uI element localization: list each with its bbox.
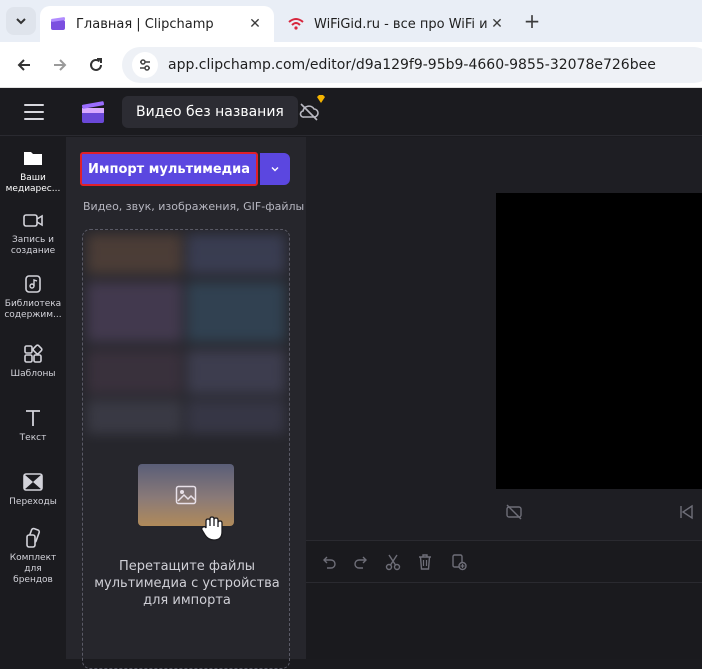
import-media-button[interactable]: Импорт мультимедиа [80, 152, 258, 186]
url-text: app.clipchamp.com/editor/d9a129f9-95b9-4… [168, 57, 656, 73]
nav-item-your-media[interactable]: Ваши медиарес... [0, 147, 66, 195]
nav-item-label: Ваши медиарес... [5, 173, 61, 194]
transitions-icon [23, 473, 43, 491]
timeline [306, 540, 702, 659]
tab-wifigid[interactable]: WiFiGid.ru - все про WiFi и бес ✕ [278, 6, 516, 42]
video-camera-icon [23, 214, 43, 227]
chevron-down-icon [271, 167, 279, 172]
nav-item-templates[interactable]: Шаблоны [0, 343, 66, 380]
address-bar[interactable]: app.clipchamp.com/editor/d9a129f9-95b9-4… [122, 47, 702, 83]
close-tab-icon[interactable]: ✕ [246, 15, 264, 33]
tab-title: Главная | Clipchamp [76, 16, 214, 32]
reload-button[interactable] [82, 51, 110, 79]
nav-item-content-library[interactable]: Библиотека содержим... [0, 273, 66, 321]
delete-trash-icon[interactable] [416, 553, 434, 571]
nav-item-transitions[interactable]: Переходы [0, 471, 66, 508]
image-icon [175, 485, 197, 505]
browser-toolbar: app.clipchamp.com/editor/d9a129f9-95b9-4… [0, 42, 702, 88]
nav-item-label: Текст [19, 433, 47, 443]
timeline-toolbar [306, 541, 702, 583]
duplicate-add-icon[interactable] [450, 553, 468, 571]
project-title[interactable]: Видео без названия [122, 96, 298, 128]
import-options-button[interactable] [260, 153, 290, 185]
back-button[interactable] [10, 51, 38, 79]
arrow-left-icon [17, 59, 30, 71]
arrow-right-icon [54, 59, 67, 71]
nav-item-brand-kit[interactable]: Комплект для брендов [0, 527, 66, 586]
clipchamp-logo-icon [81, 101, 105, 123]
split-scissors-icon[interactable] [384, 553, 402, 571]
content-library-icon [25, 275, 41, 293]
skip-back-icon[interactable] [677, 503, 695, 521]
drop-instruction-text: Перетащите файлы мультимедиа с устройств… [94, 559, 280, 608]
grab-hand-icon [201, 516, 223, 541]
reload-icon [90, 58, 102, 71]
nav-item-label: Библиотека содержим... [4, 299, 62, 320]
cloud-off-icon[interactable] [298, 101, 320, 123]
nav-item-label: Переходы [9, 497, 57, 507]
tab-clipchamp[interactable]: Главная | Clipchamp ✕ [40, 6, 274, 42]
forward-button[interactable] [46, 51, 74, 79]
blurred-media-preview [87, 234, 285, 434]
undo-icon[interactable] [320, 553, 338, 571]
nav-item-label: Запись и создание [10, 235, 56, 256]
tab-search-button[interactable] [6, 7, 36, 35]
redo-icon[interactable] [352, 553, 370, 571]
templates-icon [24, 344, 43, 363]
hide-preview-icon[interactable] [505, 503, 523, 521]
nav-item-label: Шаблоны [10, 369, 56, 379]
browser-tab-bar: Главная | Clipchamp ✕ WiFiGid.ru - все п… [0, 0, 702, 42]
media-drop-zone[interactable]: Перетащите файлы мультимедиа с устройств… [82, 229, 290, 669]
menu-icon[interactable] [24, 104, 44, 120]
media-panel: Импорт мультимедиа Видео, звук, изображе… [66, 137, 306, 669]
text-icon [26, 410, 40, 426]
tab-title: WiFiGid.ru - все про WiFi и бес [314, 16, 488, 32]
supported-file-types: Видео, звук, изображения, GIF-файлы [83, 200, 305, 213]
new-tab-button[interactable]: + [520, 9, 544, 33]
nav-item-text[interactable]: Текст [0, 407, 66, 444]
clipchamp-favicon-icon [51, 17, 66, 30]
video-preview-canvas[interactable] [496, 193, 702, 489]
close-tab-icon[interactable]: ✕ [488, 15, 506, 33]
site-settings-icon[interactable] [132, 52, 158, 78]
app-header: Видео без названия [0, 88, 702, 136]
nav-item-label: Комплект для брендов [9, 553, 57, 585]
premium-diamond-icon [317, 95, 325, 103]
brand-kit-icon [26, 527, 41, 548]
left-navigation: Ваши медиарес... Запись и создание Библи… [0, 137, 66, 659]
nav-item-record-create[interactable]: Запись и создание [0, 209, 66, 257]
folder-icon [24, 152, 42, 165]
wifi-favicon-icon [288, 18, 304, 30]
chevron-down-icon [16, 18, 26, 25]
